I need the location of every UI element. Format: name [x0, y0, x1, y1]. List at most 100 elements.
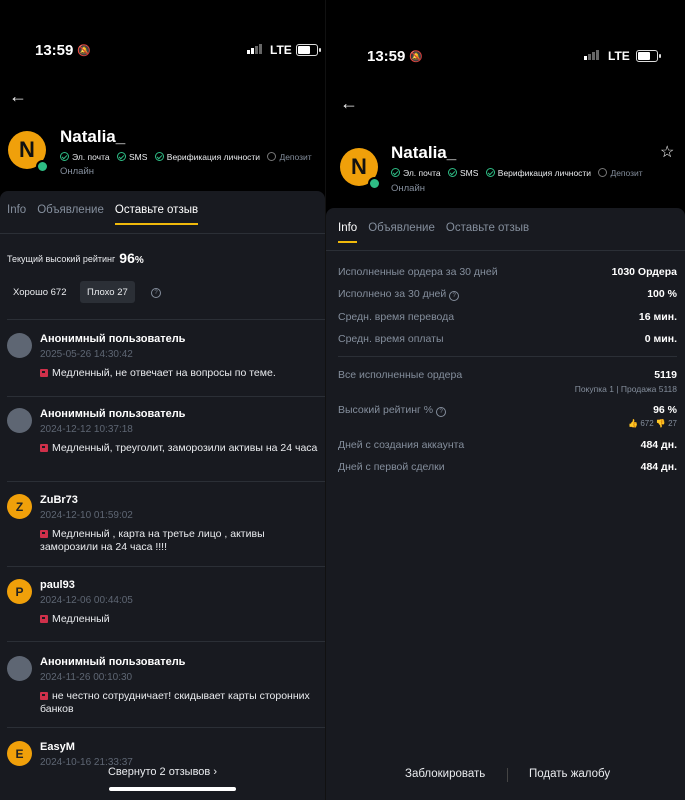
stat-label: Средн. время оплаты — [338, 333, 444, 345]
verif-sms: SMS — [459, 168, 479, 178]
review-body: не честно сотрудничает! скидывает карты … — [40, 690, 320, 715]
user-name: Natalia_ — [60, 127, 126, 146]
review-avatar: Z — [7, 494, 32, 519]
network-label: LTE — [608, 49, 630, 63]
back-arrow-icon[interactable]: ← — [9, 86, 27, 107]
stat-label: Исполненные ордера за 30 дней — [338, 266, 498, 278]
review-date: 2024-12-12 10:37:18 — [40, 424, 133, 435]
thumbs-down-icon — [40, 615, 48, 623]
help-icon[interactable]: ? — [436, 407, 447, 417]
tab-reviews[interactable]: Оставьте отзыв — [114, 204, 199, 225]
review-item: Анонимный пользователь 2024-12-12 10:37:… — [0, 408, 325, 478]
rating-value: 96 — [119, 250, 135, 266]
stat-value: 0 мин. — [644, 333, 677, 345]
collapsed-label: Свернуто 2 отзывов — [107, 766, 211, 778]
tab-ads[interactable]: Объявление — [37, 204, 104, 225]
review-body: Медленный , карта на третье лицо , актив… — [40, 528, 320, 553]
stat-label: Дней с первой сделки — [338, 461, 445, 473]
list-divider — [7, 481, 325, 482]
tab-bar: Info Объявление Оставьте отзыв — [7, 204, 209, 225]
review-item: Анонимный пользователь 2025-05-26 14:30:… — [0, 333, 325, 393]
stats-divider — [338, 356, 677, 357]
review-date: 2024-12-06 00:44:05 — [40, 595, 133, 606]
signal-icon — [247, 44, 262, 54]
rating-label: Текущий высокий рейтинг — [7, 254, 116, 264]
review-author: paul93 — [40, 579, 75, 591]
check-circle-icon — [116, 152, 126, 161]
review-body: Медленный — [40, 613, 320, 626]
right-screen: 13:59 🔕 LTE ← N Natalia_ ☆ Эл. почта SMS… — [326, 0, 685, 800]
verif-deposit: Депозит — [279, 152, 312, 162]
online-status: Онлайн — [60, 166, 95, 177]
review-item: P paul93 2024-12-06 00:44:05 Медленный — [0, 579, 325, 634]
stat-value: 484 дн. — [640, 461, 677, 473]
tab-info[interactable]: Info — [338, 222, 358, 243]
check-circle-icon — [154, 152, 164, 161]
home-indicator[interactable] — [109, 787, 236, 791]
verif-sms: SMS — [128, 152, 148, 162]
list-divider — [7, 319, 325, 320]
help-icon[interactable]: ? — [449, 291, 460, 301]
check-circle-icon — [391, 168, 400, 177]
status-time: 13:59 — [35, 42, 74, 59]
verif-email: Эл. почта — [403, 168, 441, 178]
stat-value: 5119 — [654, 369, 677, 381]
battery-icon — [636, 50, 661, 62]
review-date: 2024-12-10 01:59:02 — [40, 510, 133, 521]
stat-value: 16 мин. — [638, 311, 677, 323]
review-body: Медленный, не отвечает на вопросы по тем… — [40, 367, 320, 380]
network-label: LTE — [270, 43, 292, 57]
collapsed-reviews-link[interactable]: Свернуто 2 отзывов › — [0, 766, 325, 778]
report-button[interactable]: Подать жалобу — [529, 768, 610, 780]
status-bar: 13:59 🔕 LTE — [0, 42, 325, 62]
thumbs-down-icon — [40, 444, 48, 452]
stat-label: Средн. время перевода — [338, 311, 455, 323]
filter-bad[interactable]: Плохо 27 — [80, 281, 135, 303]
user-name: Natalia_ — [391, 143, 457, 162]
check-circle-icon — [60, 152, 69, 161]
status-bar: 13:59 🔕 LTE — [326, 48, 685, 68]
online-indicator — [368, 177, 381, 190]
tab-ads[interactable]: Объявление — [368, 222, 435, 243]
status-time: 13:59 — [367, 48, 406, 65]
review-avatar: P — [7, 579, 32, 604]
tab-divider — [326, 250, 685, 251]
stat-label: Дней с создания аккаунта — [338, 439, 465, 451]
avatar-initial: N — [19, 137, 35, 162]
review-body: Медленный, треуголит, заморозили активы … — [40, 442, 320, 455]
review-date: 2024-11-26 00:10:30 — [40, 672, 133, 683]
review-author: Анонимный пользователь — [40, 656, 186, 668]
verif-identity: Верификация личности — [497, 168, 592, 178]
review-avatar — [7, 656, 32, 681]
verification-list: Эл. почта SMS Верификация личности Депоз… — [60, 152, 317, 162]
left-screen: 13:59 🔕 LTE ← N Natalia_ Эл. почта SMS В… — [0, 0, 325, 800]
stat-value: 100 % — [647, 288, 677, 300]
tab-reviews[interactable]: Оставьте отзыв — [446, 222, 529, 243]
review-text: Медленный — [52, 613, 110, 625]
review-avatar: E — [7, 741, 32, 766]
help-icon[interactable]: ? — [151, 288, 161, 298]
stat-value: 484 дн. — [640, 439, 677, 451]
list-divider — [7, 566, 325, 567]
review-item: Анонимный пользователь 2024-11-26 00:10:… — [0, 656, 325, 726]
current-rating: Текущий высокий рейтинг 96% — [7, 250, 144, 266]
review-item: Z ZuBr73 2024-12-10 01:59:02 Медленный ,… — [0, 494, 325, 564]
clock-icon — [598, 168, 608, 177]
review-author: EasyM — [40, 741, 75, 753]
filter-good[interactable]: Хорошо 672 — [13, 281, 66, 303]
back-arrow-icon[interactable]: ← — [340, 93, 358, 114]
review-author: Анонимный пользователь — [40, 408, 186, 420]
mute-bell-icon: 🔕 — [409, 51, 423, 63]
clock-icon — [267, 152, 277, 161]
star-icon[interactable]: ☆ — [660, 142, 674, 162]
avatar-initial: N — [351, 154, 367, 179]
tab-info[interactable]: Info — [7, 204, 26, 225]
block-button[interactable]: Заблокировать — [405, 768, 485, 780]
verif-identity: Верификация личности — [166, 152, 261, 162]
stat-value: 96 % — [653, 404, 677, 416]
battery-icon — [296, 44, 321, 56]
list-divider — [7, 727, 325, 728]
verif-email: Эл. почта — [72, 152, 110, 162]
verif-deposit: Депозит — [610, 168, 643, 178]
mute-bell-icon: 🔕 — [77, 45, 91, 57]
